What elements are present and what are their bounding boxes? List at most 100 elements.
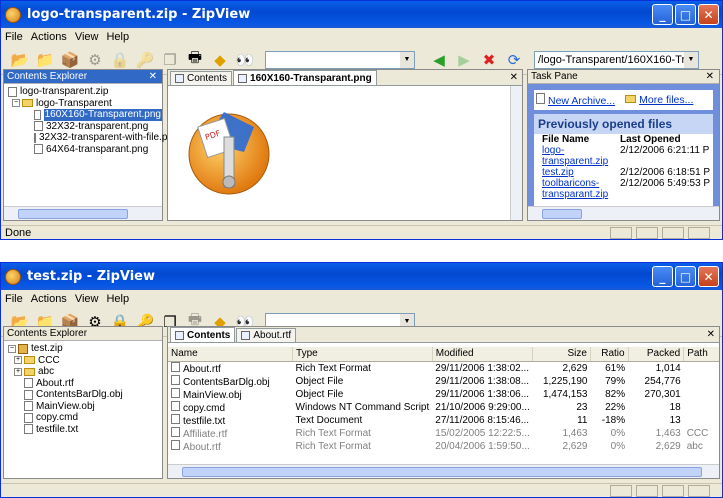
tree-item-file[interactable]: 64X64-transparant.png <box>8 144 162 156</box>
tree-item-file[interactable]: copy.cmd <box>8 412 162 424</box>
cell-modified: 15/02/2005 12:22:5... <box>435 427 530 439</box>
table-row[interactable]: copy.cmd Windows NT Command Script 21/10/2… <box>168 400 719 414</box>
cell-size: 1,463 <box>562 427 588 439</box>
col-ratio[interactable]: Ratio <box>590 347 629 362</box>
horizontal-scrollbar[interactable] <box>4 206 162 220</box>
minimize-button[interactable]: _ <box>652 4 673 25</box>
recent-file-link[interactable]: test.zip <box>542 167 574 178</box>
col-packed[interactable]: Packed <box>628 347 685 362</box>
recent-file-link[interactable]: toolbaricons-transparant.zip <box>542 178 608 200</box>
stop-icon[interactable]: ✖ <box>478 49 500 71</box>
horizontal-scrollbar[interactable] <box>168 464 719 478</box>
tree-item-file[interactable]: MainView.obj <box>8 401 162 413</box>
contents-icon <box>175 330 184 340</box>
binoculars-icon[interactable]: 👀 <box>234 49 256 71</box>
file-tree: − test.zip + CCC + abc About.rtf ContentsBa… <box>4 341 162 435</box>
tree-item-file[interactable]: ContentsBarDlg.obj <box>8 389 162 401</box>
panel-title: Contents Explorer <box>7 71 88 82</box>
close-icon[interactable]: ✕ <box>707 329 715 340</box>
tree-item-folder[interactable]: + abc <box>8 366 162 378</box>
add-icon[interactable]: ⚙ <box>84 49 106 71</box>
back-arrow-icon[interactable]: ◀ <box>428 49 450 71</box>
close-icon[interactable]: ✕ <box>510 72 518 83</box>
tag-icon[interactable]: ◆ <box>209 49 231 71</box>
tree-item-root[interactable]: − test.zip <box>8 343 162 355</box>
address-combo[interactable]: /logo-Transparent/160X160-Transp ▼ <box>534 50 699 69</box>
col-name[interactable]: Name <box>168 347 294 362</box>
close-icon[interactable]: ✕ <box>149 70 157 84</box>
tree-item-file[interactable]: About.rtf <box>8 378 162 390</box>
file-icon <box>171 439 180 450</box>
tab-about-rtf[interactable]: About.rtf <box>236 328 297 342</box>
table-row[interactable]: About.rtf Rich Text Format 29/11/2006 1:38… <box>168 361 719 375</box>
open-archive-icon[interactable]: 📁 <box>34 49 56 71</box>
tree-item-file[interactable]: 32X32-transparent.png <box>8 121 162 133</box>
cell-modified: 27/11/2006 8:15:46... <box>435 414 530 426</box>
search-combo[interactable]: ▼ <box>265 50 415 69</box>
title-bar[interactable]: logo-transparent.zip - ZipView _ □ ✕ <box>1 1 722 28</box>
menu-actions[interactable]: Actions <box>31 31 67 43</box>
menu-view[interactable]: View <box>75 31 99 43</box>
close-button[interactable]: ✕ <box>698 266 719 287</box>
menu-view[interactable]: View <box>75 293 99 305</box>
table-row[interactable]: testfile.txt Text Document 27/11/2006 8:15… <box>168 413 719 427</box>
menu-actions[interactable]: Actions <box>31 293 67 305</box>
zipview-window-2: test.zip - ZipView _ □ ✕ File Actions Vi… <box>0 262 723 498</box>
tab-contents[interactable]: Contents <box>170 71 233 85</box>
tree-item-file[interactable]: testfile.txt <box>8 424 162 436</box>
cell-packed: 18 <box>669 401 681 413</box>
chevron-down-icon[interactable]: ▼ <box>684 51 698 68</box>
tree-item-folder[interactable]: − logo-Transparent <box>8 98 162 110</box>
extract-icon[interactable]: 📦 <box>59 49 81 71</box>
close-button[interactable]: ✕ <box>698 4 719 25</box>
image-file-icon <box>34 144 43 155</box>
more-files-link[interactable]: More files... <box>625 94 693 106</box>
tab-contents[interactable]: Contents <box>170 327 236 342</box>
tree-item-file[interactable]: 32X32-transparent-with-file.png <box>8 132 179 144</box>
status-pane <box>662 227 684 239</box>
menu-file[interactable]: File <box>5 31 23 43</box>
col-modified[interactable]: Modified <box>432 347 534 362</box>
new-archive-icon[interactable]: 📂 <box>9 49 31 71</box>
document-icon <box>536 93 545 104</box>
refresh-icon[interactable]: ⟳ <box>503 49 525 71</box>
table-row[interactable]: Affiliate.rtf Rich Text Format 15/02/2005 … <box>168 426 719 440</box>
text-file-icon <box>24 424 33 435</box>
tree-item-file[interactable]: 160X160-Transparent.png <box>8 109 162 121</box>
app-icon <box>5 6 21 23</box>
print-icon[interactable]: 🖶 <box>184 49 206 71</box>
tree-item-root[interactable]: logo-transparent.zip <box>8 86 162 98</box>
menu-file[interactable]: File <box>5 293 23 305</box>
cell-packed: 1,014 <box>655 362 681 374</box>
horizontal-scrollbar[interactable] <box>528 206 719 220</box>
col-type[interactable]: Type <box>292 347 433 362</box>
file-icon <box>171 413 180 424</box>
forward-arrow-icon[interactable]: ▶ <box>453 49 475 71</box>
col-size[interactable]: Size <box>532 347 591 362</box>
menu-help[interactable]: Help <box>106 31 129 43</box>
table-row[interactable]: About.rtf Rich Text Format 20/04/2006 1:59… <box>168 439 719 453</box>
table-row[interactable]: MainView.obj Object File 29/11/2006 1:38:0… <box>168 387 719 401</box>
recent-file-link[interactable]: logo-transparent.zip <box>542 145 608 167</box>
cell-path: CCC <box>686 427 709 439</box>
key-icon[interactable]: 🔑 <box>134 49 156 71</box>
title-bar[interactable]: test.zip - ZipView _ □ ✕ <box>1 263 722 290</box>
copy-icon[interactable]: ❐ <box>159 49 181 71</box>
tree-item-folder[interactable]: + CCC <box>8 355 162 367</box>
vertical-scrollbar[interactable] <box>510 86 522 220</box>
minimize-button[interactable]: _ <box>652 266 673 287</box>
tab-strip: Contents 160X160-Transparant.png ✕ <box>168 70 522 86</box>
menu-help[interactable]: Help <box>106 293 129 305</box>
col-path[interactable]: Path <box>683 347 719 362</box>
status-pane <box>662 485 684 497</box>
close-icon[interactable]: ✕ <box>706 70 714 84</box>
maximize-button[interactable]: □ <box>675 266 696 287</box>
table-row[interactable]: ContentsBarDlg.obj Object File 29/11/2006 … <box>168 374 719 388</box>
status-pane <box>636 485 658 497</box>
new-archive-link[interactable]: New Archive... <box>536 93 615 107</box>
rtf-file-icon <box>24 378 33 389</box>
chevron-down-icon[interactable]: ▼ <box>400 51 414 68</box>
lock-icon[interactable]: 🔒 <box>109 49 131 71</box>
tab-image[interactable]: 160X160-Transparant.png <box>233 70 377 85</box>
maximize-button[interactable]: □ <box>675 4 696 25</box>
